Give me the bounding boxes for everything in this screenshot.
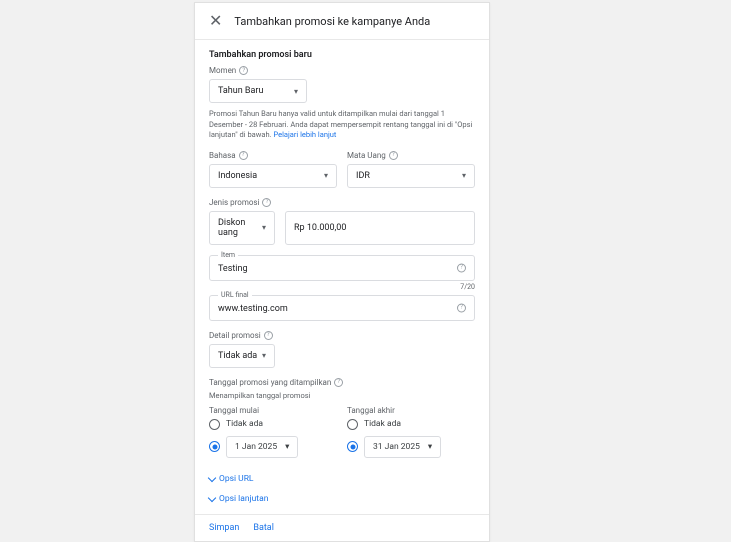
start-none-radio[interactable]: Tidak ada	[209, 419, 337, 430]
start-date-radio[interactable]: 1 Jan 2025 ▾	[209, 436, 337, 458]
chevron-down-icon: ▾	[462, 171, 466, 180]
item-counter: 7/20	[209, 283, 475, 291]
amount-input[interactable]: Rp 10.000,00	[285, 211, 475, 245]
chevron-down-icon: ▾	[428, 442, 432, 452]
section-new-promo-title: Tambahkan promosi baru	[209, 50, 475, 60]
language-label: Bahasa	[209, 151, 337, 160]
dialog-body: Tambahkan promosi baru Momen Tahun Baru …	[195, 40, 489, 514]
cancel-button[interactable]: Batal	[253, 523, 274, 533]
dialog-footer: Simpan Batal	[195, 514, 489, 541]
help-icon[interactable]	[239, 66, 248, 75]
end-date-label: Tanggal akhir	[347, 406, 475, 415]
detail-label: Detail promosi	[209, 331, 475, 340]
chevron-down-icon: ▾	[285, 442, 289, 452]
dialog-panel: ✕ Tambahkan promosi ke kampanye Anda Tam…	[194, 2, 490, 542]
moment-helper-text: Promosi Tahun Baru hanya valid untuk dit…	[209, 109, 475, 141]
learn-more-link[interactable]: Pelajari lebih lanjut	[273, 130, 336, 139]
url-field[interactable]: URL final www.testing.com	[209, 295, 475, 321]
radio-icon	[209, 419, 220, 430]
radio-icon	[347, 419, 358, 430]
save-button[interactable]: Simpan	[209, 523, 239, 533]
help-icon[interactable]	[264, 331, 273, 340]
help-icon[interactable]	[457, 303, 466, 312]
moment-label: Momen	[209, 66, 475, 75]
help-icon[interactable]	[334, 378, 343, 387]
moment-select[interactable]: Tahun Baru ▾	[209, 79, 307, 103]
dialog-title: Tambahkan promosi ke kampanye Anda	[234, 15, 430, 28]
chevron-down-icon: ▾	[294, 87, 298, 96]
help-icon[interactable]	[239, 151, 248, 160]
chevron-down-icon	[208, 493, 216, 501]
help-icon[interactable]	[457, 263, 466, 272]
url-options-toggle[interactable]: Opsi URL	[209, 474, 475, 484]
item-field[interactable]: Item Testing	[209, 255, 475, 281]
end-none-radio[interactable]: Tidak ada	[347, 419, 475, 430]
date-range-label: Tanggal promosi yang ditampilkan	[209, 378, 475, 387]
radio-checked-icon	[209, 441, 220, 452]
currency-select[interactable]: IDR ▾	[347, 164, 475, 188]
chevron-down-icon: ▾	[324, 171, 328, 180]
currency-label: Mata Uang	[347, 151, 475, 160]
radio-checked-icon	[347, 441, 358, 452]
start-date-label: Tanggal mulai	[209, 406, 337, 415]
dialog-header: ✕ Tambahkan promosi ke kampanye Anda	[195, 3, 489, 40]
end-date-select[interactable]: 31 Jan 2025 ▾	[364, 436, 441, 458]
chevron-down-icon: ▾	[262, 351, 266, 360]
help-icon[interactable]	[262, 198, 271, 207]
advanced-options-toggle[interactable]: Opsi lanjutan	[209, 494, 475, 504]
help-icon[interactable]	[389, 151, 398, 160]
promo-type-label: Jenis promosi	[209, 198, 475, 207]
language-select[interactable]: Indonesia ▾	[209, 164, 337, 188]
detail-select[interactable]: Tidak ada ▾	[209, 344, 275, 368]
chevron-down-icon: ▾	[262, 223, 266, 232]
promo-type-select[interactable]: Diskon uang ▾	[209, 211, 275, 245]
start-date-select[interactable]: 1 Jan 2025 ▾	[226, 436, 298, 458]
date-range-sub: Menampilkan tanggal promosi	[209, 391, 475, 400]
close-icon[interactable]: ✕	[209, 13, 222, 29]
chevron-down-icon	[208, 473, 216, 481]
end-date-radio[interactable]: 31 Jan 2025 ▾	[347, 436, 475, 458]
